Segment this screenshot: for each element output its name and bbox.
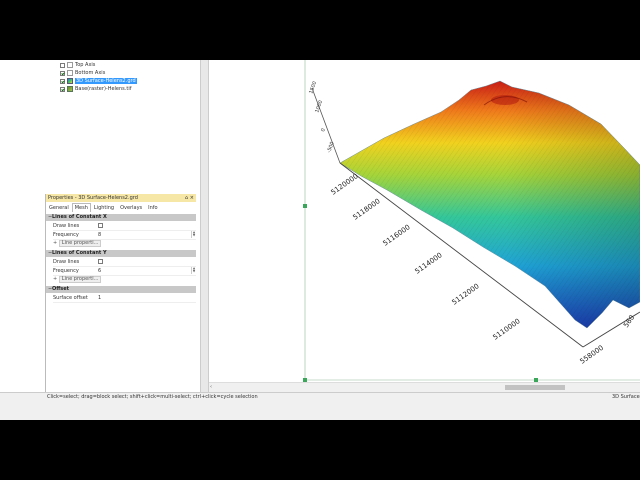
section-offset[interactable]: −Offset (46, 286, 196, 293)
frequency-x-stepper[interactable]: ▲ ▼ (191, 231, 196, 238)
frequency-label: Frequency (53, 232, 79, 238)
status-selection: 3D Surface-Hele (612, 394, 640, 400)
row-draw-lines-x: Draw lines (53, 222, 196, 231)
y-tick-label: 5114000 (414, 251, 444, 275)
line-properties-x-button[interactable]: Line properti... (58, 240, 102, 247)
frequency-label: Frequency (53, 268, 79, 274)
scroll-left-icon[interactable]: ‹ (210, 383, 212, 392)
row-line-properties-x: + Line properti... (53, 240, 196, 247)
line-properties-y-button[interactable]: Line properti... (58, 276, 102, 283)
status-bar: Click=select; drag=block select; shift+c… (0, 392, 640, 402)
app-window: Top Axis Bottom Axis 3D Surface-Helens2.… (0, 60, 640, 420)
row-line-properties-y: + Line properti... (53, 276, 196, 283)
axis-icon (67, 62, 73, 68)
draw-lines-x-checkbox[interactable] (98, 223, 103, 228)
tree-item-base-raster[interactable]: Base(raster)-Helens.tif (60, 85, 131, 93)
y-tick-label: 5120000 (330, 172, 360, 196)
terrain-shading (340, 81, 640, 328)
surface-icon (67, 78, 73, 84)
tab-info[interactable]: Info (145, 203, 160, 212)
z-tick-label: 1500 (308, 81, 318, 95)
section-title: Offset (52, 286, 70, 292)
section-lines-constant-y[interactable]: −Lines of Constant Y (46, 250, 196, 257)
pin-icon[interactable]: ⌂ (185, 194, 188, 202)
tree-item-bottom-axis[interactable]: Bottom Axis (60, 69, 105, 77)
row-frequency-x: Frequency 8 ▲ ▼ (53, 231, 196, 240)
horizontal-scrollbar[interactable]: ‹ (209, 382, 640, 392)
close-icon[interactable]: × (190, 194, 194, 202)
z-tick-label: 1000 (314, 100, 324, 114)
top-axis-checkbox[interactable] (60, 62, 65, 68)
properties-panel: Properties - 3D Surface-Helens2.grd ⌂ × … (45, 194, 196, 392)
y-tick-label: 5112000 (451, 282, 481, 306)
tree-item-label: Base(raster)-Helens.tif (75, 86, 132, 92)
tree-item-top-axis[interactable]: Top Axis (60, 61, 95, 69)
draw-lines-y-checkbox[interactable] (98, 259, 103, 264)
expand-icon[interactable]: + (53, 276, 57, 282)
surface-offset-input[interactable]: 1 (96, 294, 196, 301)
tab-mesh[interactable]: Mesh (71, 203, 91, 212)
surface-offset-label: Surface offset (53, 295, 88, 301)
y-tick-label: 5118000 (352, 197, 382, 221)
bottom-axis-checkbox[interactable] (60, 70, 65, 76)
y-tick-label: 5110000 (492, 317, 522, 341)
properties-title-bar: Properties - 3D Surface-Helens2.grd ⌂ × (46, 194, 196, 202)
tree-item-3d-surface[interactable]: 3D Surface-Helens2.grd (60, 77, 137, 85)
draw-lines-label: Draw lines (53, 259, 80, 265)
tree-item-label: 3D Surface-Helens2.grd (75, 78, 137, 84)
tree-item-label: Bottom Axis (75, 70, 106, 76)
frequency-y-input[interactable]: 6 ▲ ▼ (96, 267, 196, 274)
plot-canvas[interactable]: 1500 1000 0 -500 5120000 5118000 5116000… (209, 60, 640, 382)
left-panel: Top Axis Bottom Axis 3D Surface-Helens2.… (0, 60, 200, 392)
frequency-x-input[interactable]: 8 ▲ ▼ (96, 231, 196, 238)
status-hint: Click=select; drag=block select; shift+c… (47, 394, 258, 400)
frequency-x-value: 8 (98, 232, 102, 238)
tab-lighting[interactable]: Lighting (91, 203, 117, 212)
expand-icon[interactable]: + (53, 240, 57, 246)
raster-checkbox[interactable] (60, 86, 65, 92)
selection-handle[interactable] (303, 204, 307, 208)
vertical-scrollbar[interactable] (200, 60, 209, 392)
row-surface-offset: Surface offset 1 (53, 294, 196, 303)
row-frequency-y: Frequency 6 ▲ ▼ (53, 267, 196, 276)
surface-plot-svg: 1500 1000 0 -500 5120000 5118000 5116000… (303, 60, 640, 382)
properties-title: Properties - 3D Surface-Helens2.grd (48, 195, 138, 201)
z-tick-label: 0 (320, 128, 327, 133)
row-draw-lines-y: Draw lines (53, 258, 196, 267)
surface-checkbox[interactable] (60, 78, 65, 84)
axis-icon (67, 70, 73, 76)
frequency-y-value: 6 (98, 268, 102, 274)
tree-item-label: Top Axis (75, 62, 96, 68)
surface-offset-value: 1 (98, 295, 102, 301)
raster-icon (67, 86, 73, 92)
section-title: Lines of Constant Y (52, 250, 107, 256)
draw-lines-label: Draw lines (53, 223, 80, 229)
frequency-y-stepper[interactable]: ▲ ▼ (191, 267, 196, 274)
properties-tabs: General Mesh Lighting Overlays Info (46, 203, 161, 212)
object-manager-tree: Top Axis Bottom Axis 3D Surface-Helens2.… (0, 60, 200, 190)
tab-general[interactable]: General (46, 203, 72, 212)
section-lines-constant-x[interactable]: −Lines of Constant X (46, 214, 196, 221)
scroll-thumb[interactable] (505, 385, 565, 390)
tab-overlays[interactable]: Overlays (117, 203, 145, 212)
y-tick-label: 5116000 (382, 223, 412, 247)
section-title: Lines of Constant X (52, 214, 107, 220)
